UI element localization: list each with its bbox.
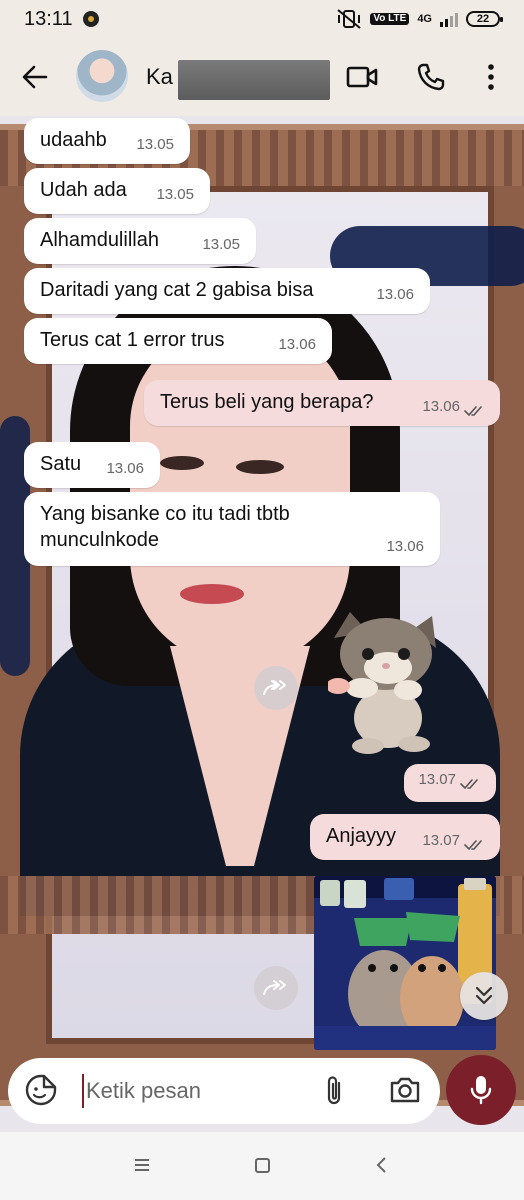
message-time: 13.07 — [418, 771, 456, 788]
portrait-eye — [236, 460, 284, 474]
contact-name[interactable]: Ka — [146, 64, 173, 90]
message-time: 13.07 — [422, 832, 460, 849]
sticker-time-pill: 13.07 — [404, 764, 496, 802]
scroll-to-bottom-button[interactable] — [460, 972, 508, 1020]
message-time: 13.06 — [422, 398, 460, 415]
system-nav-bar — [0, 1132, 524, 1200]
home-icon[interactable] — [255, 1158, 270, 1173]
vibrate-off-icon — [337, 9, 361, 29]
message-time: 13.06 — [106, 460, 144, 477]
read-ticks-icon — [460, 779, 478, 790]
name-redaction — [178, 60, 330, 100]
voice-message-button[interactable] — [446, 1055, 516, 1125]
media-indicator-icon — [82, 11, 99, 27]
double-chevron-down-icon — [475, 986, 493, 1005]
message-text: Anjayyy — [326, 825, 397, 847]
message-text: Terus cat 1 error trus — [40, 329, 225, 351]
text-caret — [82, 1074, 84, 1108]
message-time: 13.05 — [202, 236, 240, 253]
message-time: 13.05 — [156, 186, 194, 203]
more-options-icon[interactable] — [484, 62, 498, 92]
voice-call-icon[interactable] — [416, 62, 446, 92]
message-bubble-incoming[interactable]: Yang bisanke co itu tadi tbtb munculnkod… — [24, 492, 440, 566]
message-text: Satu — [40, 453, 82, 475]
recent-apps-icon[interactable] — [134, 1158, 150, 1172]
read-ticks-icon — [464, 840, 482, 851]
message-input[interactable] — [86, 1072, 316, 1110]
message-text: Alhamdulillah — [40, 229, 159, 251]
chat-header: Ka — [0, 38, 524, 116]
contact-avatar[interactable] — [76, 50, 128, 102]
message-time: 13.06 — [376, 286, 414, 303]
status-bar: 13:11 Vo LTE 4G 22 — [0, 0, 524, 38]
message-bubble-outgoing[interactable]: Anjayyy 13.07 — [310, 814, 500, 860]
camera-icon[interactable] — [388, 1074, 422, 1106]
forward-button[interactable] — [254, 666, 298, 710]
message-time: 13.06 — [278, 336, 316, 353]
forward-icon — [263, 680, 286, 695]
network-type: 4G — [417, 13, 432, 25]
message-text: Udah ada — [40, 179, 127, 201]
forward-icon — [263, 980, 286, 995]
microphone-icon — [470, 1076, 492, 1105]
video-call-icon[interactable] — [346, 64, 378, 90]
sticker-emoji-icon[interactable] — [24, 1073, 58, 1107]
message-bubble-outgoing[interactable]: Terus beli yang berapa? 13.06 — [144, 380, 500, 426]
message-text: Daritadi yang cat 2 gabisa bisa — [40, 279, 314, 301]
volte-badge: Vo LTE — [370, 13, 410, 25]
read-ticks-icon — [464, 406, 482, 417]
message-bubble-incoming[interactable]: Udah ada 13.05 — [24, 168, 210, 214]
message-text: Yang bisanke co itu tadi tbtb munculnkod… — [40, 503, 290, 551]
signal-icon — [440, 11, 458, 27]
portrait-lips — [180, 584, 244, 604]
message-bubble-incoming[interactable]: Daritadi yang cat 2 gabisa bisa 13.06 — [24, 268, 430, 314]
message-bubble-incoming[interactable]: udaahb 13.05 — [24, 118, 190, 164]
message-bubble-incoming[interactable]: Satu 13.06 — [24, 442, 160, 488]
message-bubble-incoming[interactable]: Terus cat 1 error trus 13.06 — [24, 318, 332, 364]
chat-area[interactable]: udaahb 13.05 Udah ada 13.05 Alhamdulilla… — [0, 116, 524, 1132]
message-time: 13.06 — [386, 538, 424, 555]
message-bubble-incoming[interactable]: Alhamdulillah 13.05 — [24, 218, 256, 264]
battery-icon: 22 — [466, 11, 503, 27]
image-message[interactable] — [314, 876, 496, 1050]
message-input-bar — [8, 1058, 440, 1124]
cat-sticker[interactable] — [328, 608, 440, 756]
back-arrow-icon[interactable] — [20, 62, 50, 92]
forward-button[interactable] — [254, 966, 298, 1010]
message-text: Terus beli yang berapa? — [160, 391, 374, 413]
status-icons: Vo LTE 4G 22 — [336, 8, 503, 30]
message-text: udaahb — [40, 129, 107, 151]
portrait-eye — [160, 456, 204, 470]
attach-icon[interactable] — [322, 1074, 348, 1108]
status-time: 13:11 — [24, 7, 73, 30]
nav-back-icon[interactable] — [374, 1156, 388, 1174]
message-time: 13.05 — [136, 136, 174, 153]
